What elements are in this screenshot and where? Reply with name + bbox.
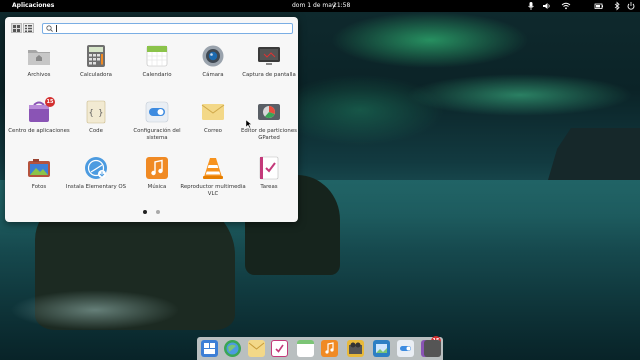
list-icon	[25, 24, 32, 32]
search-input[interactable]	[42, 23, 293, 34]
top-panel: Aplicaciones dom 1 de may 21:58	[0, 0, 640, 12]
update-count-badge: 15	[45, 97, 55, 107]
page-indicator-1[interactable]	[143, 210, 147, 214]
bluetooth-icon[interactable]	[612, 1, 622, 11]
app-captura-de-pantalla[interactable]: Captura de pantalla	[235, 44, 303, 98]
text-caret	[56, 25, 57, 32]
videos-icon[interactable]	[347, 340, 364, 357]
screenshot-icon[interactable]	[424, 340, 441, 357]
dock: 15	[197, 336, 443, 360]
time-label[interactable]: 21:58	[333, 2, 350, 9]
photos-icon	[28, 159, 50, 177]
wifi-icon[interactable]	[561, 1, 571, 11]
grid-view-button[interactable]	[11, 23, 22, 33]
search-icon	[46, 25, 53, 32]
power-icon[interactable]	[626, 1, 636, 11]
wallpaper-cliff	[548, 128, 640, 180]
applications-menu-button[interactable]: Aplicaciones	[12, 2, 54, 9]
web-browser-icon[interactable]	[224, 340, 241, 357]
grid-icon	[13, 24, 20, 32]
wallpaper-foam	[10, 290, 180, 330]
app-instala-elementary-os[interactable]: Instala Elementary OS	[62, 156, 130, 210]
category-view-button[interactable]	[23, 23, 34, 33]
microphone-icon[interactable]	[526, 1, 536, 11]
app-tareas[interactable]: Tareas	[235, 156, 303, 210]
mail-icon[interactable]	[248, 340, 265, 357]
gparted-icon	[258, 104, 280, 120]
appcenter-icon: 15	[27, 97, 55, 124]
folder-home-icon	[28, 50, 50, 65]
code-icon: { }	[86, 100, 106, 124]
vlc-icon	[203, 158, 223, 179]
page-indicator-2[interactable]	[156, 210, 160, 214]
music-icon	[146, 157, 168, 179]
camera-icon	[202, 45, 224, 67]
screenshot-icon	[258, 47, 280, 65]
mouse-pointer-icon	[246, 120, 252, 128]
music-icon[interactable]	[321, 340, 338, 357]
app-code[interactable]: { } Code	[62, 100, 130, 154]
photos-icon[interactable]	[373, 340, 390, 357]
installer-icon	[85, 157, 107, 179]
date-label[interactable]: dom 1 de may	[292, 2, 335, 9]
calendar-icon[interactable]	[297, 340, 314, 357]
system-settings-icon	[145, 101, 169, 123]
volume-icon[interactable]	[542, 1, 552, 11]
calculator-icon	[87, 45, 105, 67]
mail-icon	[201, 104, 225, 120]
system-settings-icon[interactable]	[397, 340, 414, 357]
calendar-icon	[146, 45, 168, 67]
tasks-icon[interactable]	[271, 340, 288, 357]
applications-launcher: Archivos Calculadora Calendario Cámara C…	[5, 17, 298, 222]
svg-text:{ }: { }	[89, 108, 103, 117]
multitasking-view-icon[interactable]	[201, 340, 218, 357]
app-calculadora[interactable]: Calculadora	[62, 44, 130, 98]
tasks-icon	[259, 156, 279, 180]
battery-icon[interactable]	[594, 1, 604, 11]
